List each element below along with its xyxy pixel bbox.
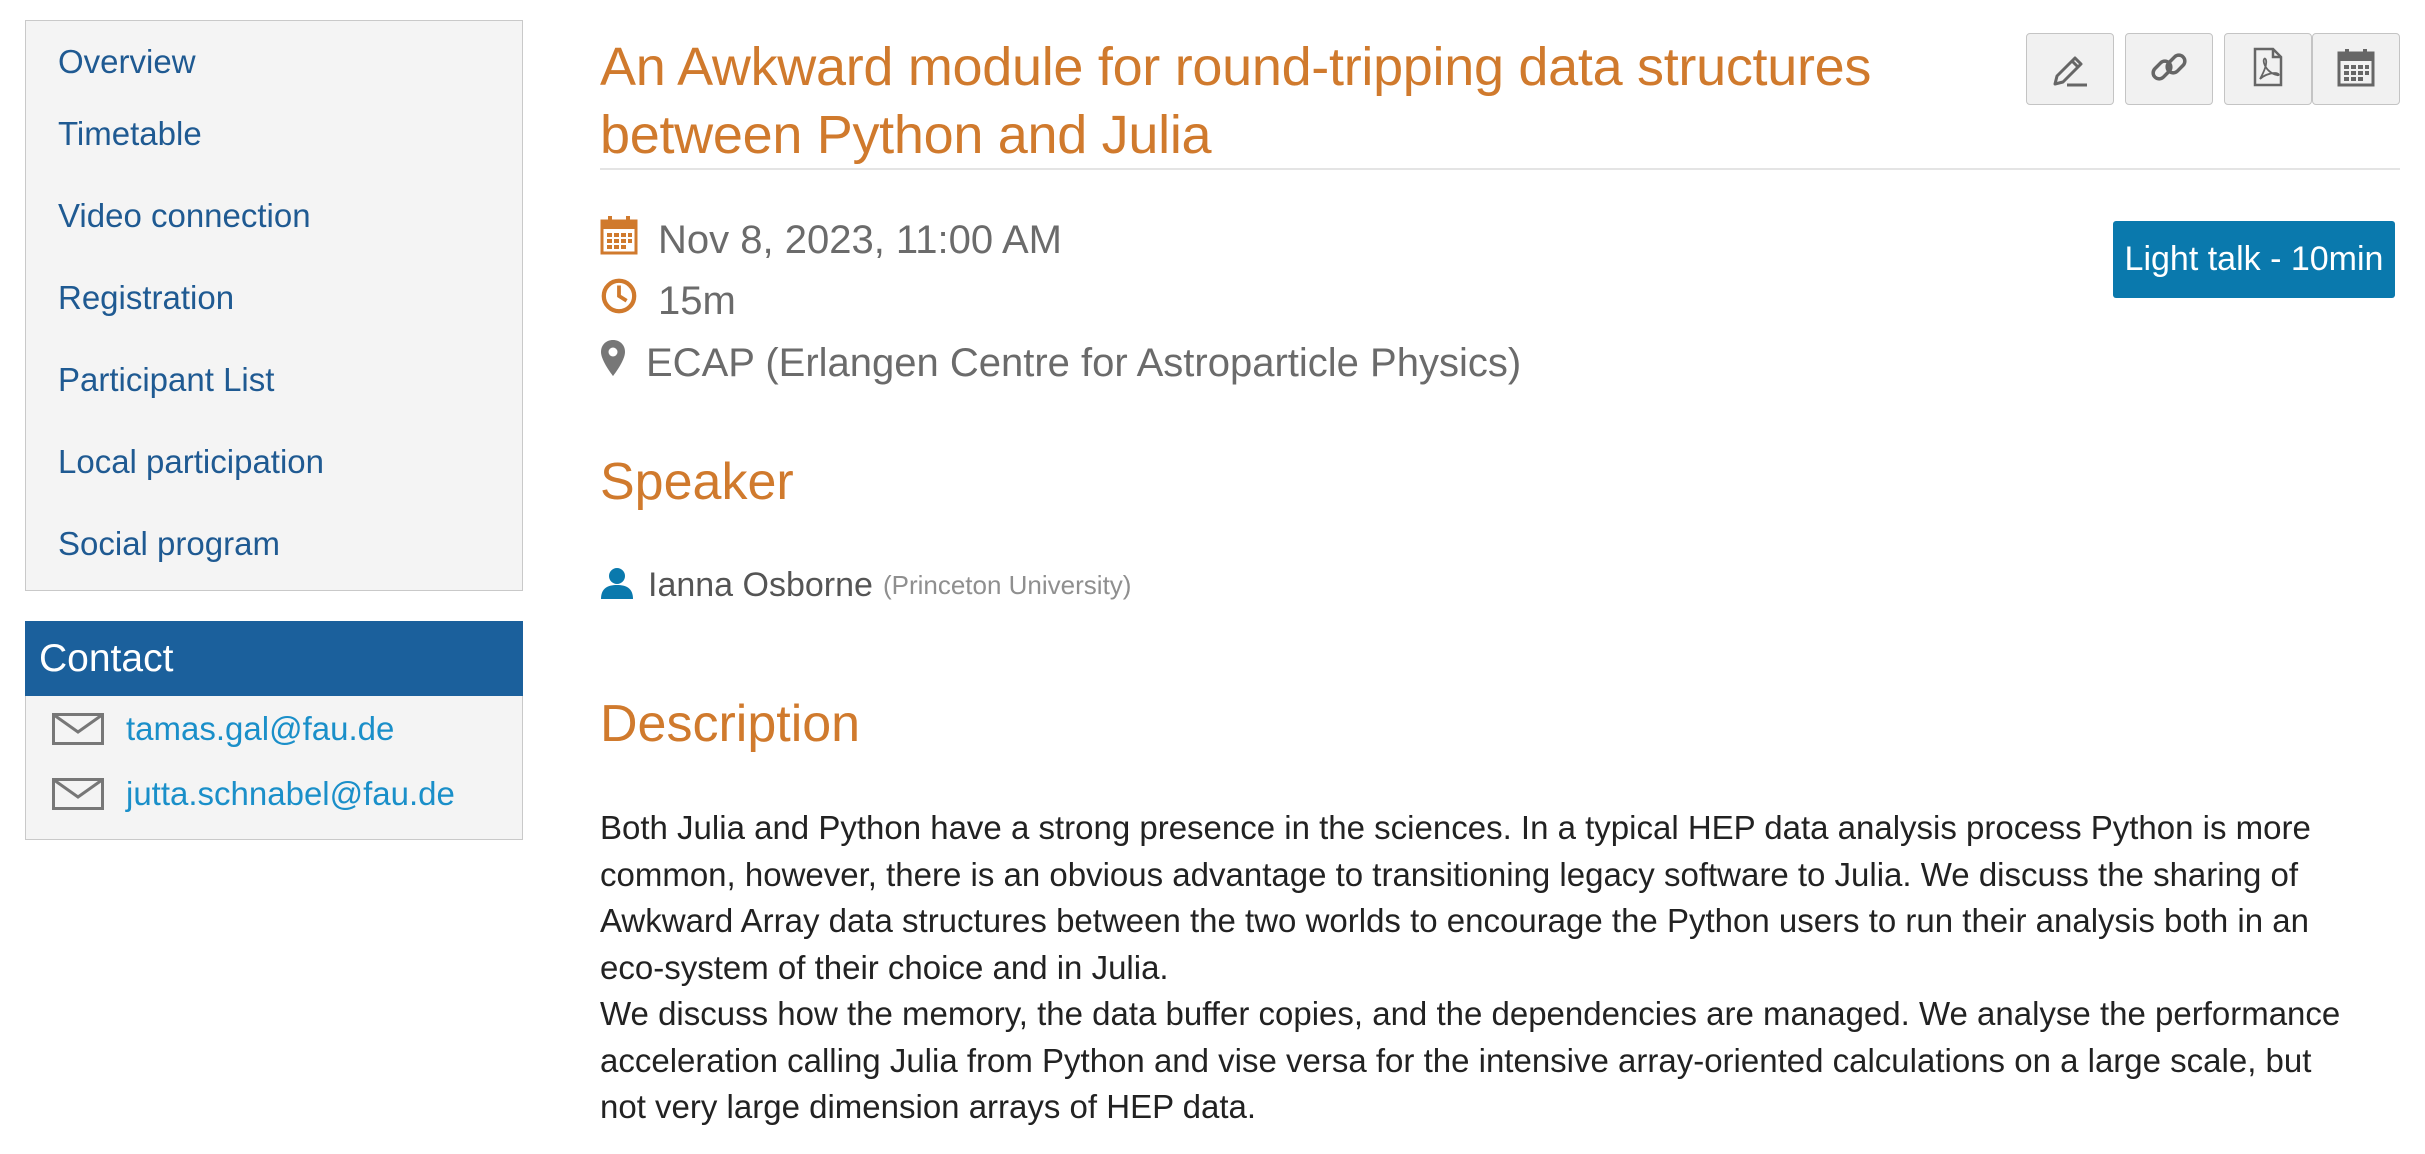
- calendar-icon: [600, 215, 658, 265]
- sidebar-item-participant-list[interactable]: Participant List: [26, 339, 522, 421]
- map-pin-icon: [600, 339, 646, 387]
- description-paragraph: We discuss how the memory, the data buff…: [600, 995, 2341, 1125]
- sidebar-item-local-participation[interactable]: Local participation: [26, 421, 522, 503]
- clock-icon: [600, 277, 658, 325]
- contact-row: tamas.gal@fau.de: [26, 696, 522, 761]
- title-divider: [600, 168, 2400, 170]
- calendar-icon: [2335, 46, 2377, 93]
- contact-box: Contact tamas.gal@fau.de jutta.schnabel@…: [25, 621, 523, 840]
- speaker-heading: Speaker: [600, 453, 794, 511]
- user-icon: [600, 566, 634, 605]
- edit-button[interactable]: [2026, 33, 2114, 105]
- envelope-icon: [52, 712, 104, 745]
- pdf-button[interactable]: [2224, 33, 2312, 105]
- toolbar: [2026, 33, 2400, 105]
- event-duration: 15m: [658, 278, 736, 323]
- contribution-type-badge: Light talk - 10min: [2113, 221, 2395, 298]
- link-icon: [2148, 46, 2190, 93]
- description-body: Both Julia and Python have a strong pres…: [600, 805, 2360, 1131]
- event-location: ECAP (Erlangen Centre for Astroparticle …: [646, 340, 1522, 385]
- sidebar-item-timetable[interactable]: Timetable: [26, 93, 522, 175]
- description-heading: Description: [600, 695, 861, 753]
- sidebar-item-overview[interactable]: Overview: [26, 31, 522, 93]
- sidebar-item-video-connection[interactable]: Video connection: [26, 175, 522, 257]
- speaker-name[interactable]: Ianna Osborne: [648, 566, 873, 605]
- sidebar-item-registration[interactable]: Registration: [26, 257, 522, 339]
- date-row: Nov 8, 2023, 11:00 AM: [600, 215, 1062, 265]
- calendar-export-button[interactable]: [2312, 33, 2400, 105]
- contact-email-link[interactable]: tamas.gal@fau.de: [126, 710, 394, 748]
- description-paragraph: Both Julia and Python have a strong pres…: [600, 809, 2311, 986]
- duration-row: 15m: [600, 277, 736, 325]
- location-row: ECAP (Erlangen Centre for Astroparticle …: [600, 339, 1521, 387]
- speaker-row: Ianna Osborne (Princeton University): [600, 566, 1131, 605]
- contact-header: Contact: [25, 621, 523, 696]
- contact-email-link[interactable]: jutta.schnabel@fau.de: [126, 775, 455, 813]
- page-title: An Awkward module for round-tripping dat…: [600, 37, 1872, 165]
- link-button[interactable]: [2125, 33, 2213, 105]
- contact-row: jutta.schnabel@fau.de: [26, 761, 522, 826]
- pencil-icon: [2049, 46, 2091, 93]
- sidebar-menu: Overview Timetable Video connection Regi…: [25, 20, 523, 591]
- envelope-icon: [52, 777, 104, 810]
- speaker-affiliation: (Princeton University): [882, 570, 1132, 600]
- sidebar-item-social-program[interactable]: Social program: [26, 503, 522, 585]
- pdf-icon: [2247, 46, 2289, 93]
- event-date: Nov 8, 2023, 11:00 AM: [658, 217, 1062, 262]
